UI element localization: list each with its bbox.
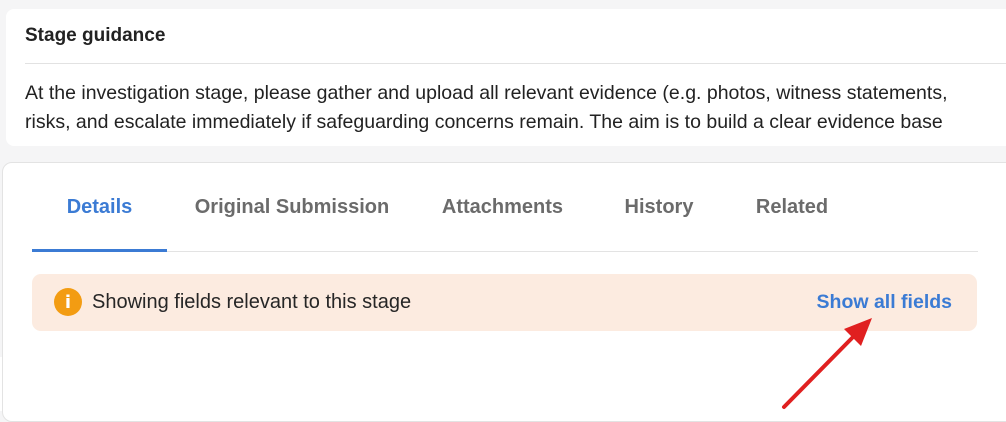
show-all-fields-link[interactable]: Show all fields: [817, 274, 952, 331]
stage-guidance-title: Stage guidance: [25, 25, 166, 46]
divider: [25, 63, 1006, 64]
tab-attachments[interactable]: Attachments: [430, 163, 575, 251]
tab-label: Original Submission: [194, 195, 390, 218]
tab-label: History: [624, 195, 694, 218]
tab-label: Related: [755, 195, 829, 218]
info-icon: i: [54, 288, 82, 316]
active-tab-indicator: [32, 249, 167, 252]
banner-message: Showing fields relevant to this stage: [92, 291, 412, 313]
stage-fields-banner: i Showing fields relevant to this stage …: [32, 274, 977, 331]
guidance-text-line: risks, and escalate immediately if safeg…: [25, 111, 943, 133]
tab-original-submission[interactable]: Original Submission: [182, 163, 402, 251]
tab-label: Details: [66, 195, 133, 218]
tab-bar: Details Original Submission Attachments …: [32, 163, 978, 252]
record-detail-card: Details Original Submission Attachments …: [2, 162, 1006, 422]
tab-label: Attachments: [441, 195, 564, 218]
tab-details[interactable]: Details: [32, 163, 167, 251]
tab-history[interactable]: History: [614, 163, 704, 251]
stage-guidance-text: At the investigation stage, please gathe…: [25, 79, 1006, 137]
guidance-text-line: At the investigation stage, please gathe…: [25, 82, 948, 104]
tab-related[interactable]: Related: [747, 163, 837, 251]
stage-guidance-card: Stage guidance At the investigation stag…: [6, 9, 1006, 146]
